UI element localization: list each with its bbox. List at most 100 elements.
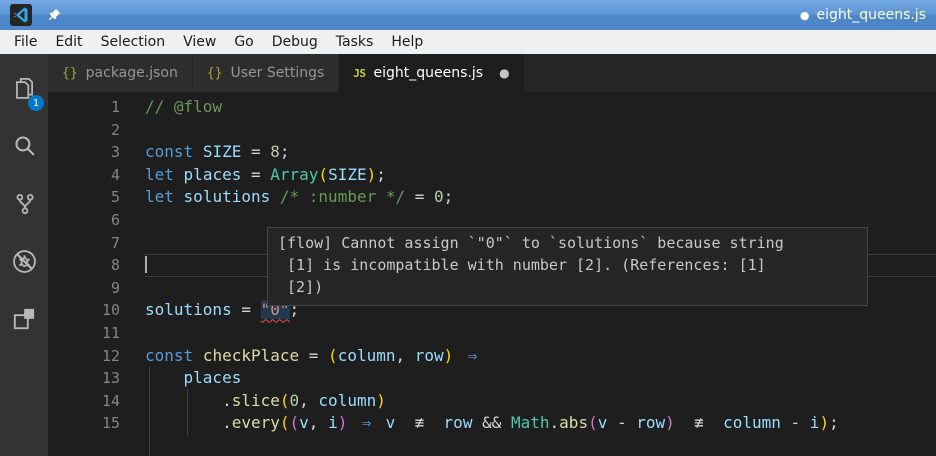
line-number[interactable]: 1: [48, 96, 120, 119]
code-token: v: [597, 413, 608, 433]
code-token: const: [145, 142, 194, 162]
tab-package-json[interactable]: {} package.json: [48, 54, 192, 92]
line-number[interactable]: 7: [48, 232, 120, 255]
source-control-activity-item[interactable]: [0, 176, 48, 234]
menu-bar: File Edit Selection View Go Debug Tasks Help: [0, 30, 936, 54]
line-code[interactable]: const SIZE = 8;: [145, 141, 936, 164]
code-token: solutions: [145, 300, 232, 320]
line-row: 11: [48, 322, 936, 345]
indent-guide: [149, 366, 150, 391]
line-number[interactable]: 12: [48, 345, 120, 368]
window-title-text: eight_queens.js: [816, 7, 926, 23]
tooltip-line: [flow] Cannot assign `"0"` to `solutions…: [278, 234, 784, 252]
menu-item-file[interactable]: File: [5, 34, 46, 50]
line-code[interactable]: [145, 322, 936, 345]
indent-guide: [149, 433, 150, 456]
code-token: ;: [376, 164, 386, 184]
indent-guide: [149, 388, 150, 414]
tab-eight-queens-js[interactable]: JS eight_queens.js ●: [339, 54, 524, 92]
text-cursor: [145, 256, 147, 274]
line-code[interactable]: const checkPlace = (column, row) ⇒: [145, 345, 936, 368]
js-file-icon: JS: [353, 66, 366, 80]
line-number[interactable]: 14: [48, 390, 120, 413]
tab-label: eight_queens.js: [373, 65, 484, 81]
code-token: v: [385, 413, 396, 433]
code-token: =: [405, 187, 435, 207]
line-code[interactable]: .slice(0, column): [145, 388, 936, 414]
code-token: ): [337, 413, 348, 433]
code-token: column: [337, 345, 396, 365]
pin-icon[interactable]: [46, 8, 61, 23]
line-row: 1 // @flow: [48, 96, 936, 119]
code-token: (: [318, 164, 329, 184]
code-token: let: [145, 187, 174, 207]
code-token: 0: [434, 187, 444, 207]
tab-modified-dot[interactable]: ●: [499, 66, 509, 80]
line-row: 14 .slice(0, column): [48, 388, 936, 414]
line-number[interactable]: 4: [48, 164, 120, 187]
menu-item-tasks[interactable]: Tasks: [327, 34, 383, 50]
code-token: =: [241, 142, 271, 162]
source-control-icon: [12, 191, 37, 220]
line-code[interactable]: [145, 433, 936, 456]
code-token: (: [588, 413, 598, 433]
line-code[interactable]: [145, 119, 936, 142]
line-number[interactable]: 5: [48, 186, 120, 209]
line-number[interactable]: 2: [48, 119, 120, 142]
code-token: -: [780, 413, 810, 433]
menu-item-debug[interactable]: Debug: [263, 34, 327, 50]
menu-item-selection[interactable]: Selection: [92, 34, 175, 50]
line-row: 4 let places = Array(SIZE);: [48, 164, 936, 187]
code-token: ,: [395, 345, 415, 365]
activity-bar: 1: [0, 54, 48, 456]
line-number[interactable]: 10: [48, 299, 120, 322]
line-number[interactable]: 9: [48, 277, 120, 300]
line-row: 3 const SIZE = 8;: [48, 141, 936, 164]
code-token: ): [366, 164, 377, 184]
code-token: SIZE: [328, 164, 367, 184]
line-code[interactable]: places: [145, 366, 936, 391]
search-activity-item[interactable]: [0, 118, 48, 176]
extensions-activity-item[interactable]: [0, 292, 48, 350]
code-token: ≢: [694, 413, 704, 433]
code-token: Math: [511, 413, 550, 433]
code-token: ;: [279, 142, 290, 162]
tooltip-line: [1] is incompatible with number [2]. (Re…: [278, 256, 766, 274]
debug-activity-item[interactable]: [0, 234, 48, 292]
code-token: (: [289, 413, 300, 433]
line-number[interactable]: [48, 435, 120, 456]
code-token: .: [222, 390, 232, 410]
menu-item-help[interactable]: Help: [382, 34, 432, 50]
code-token: 0: [289, 390, 300, 410]
line-number[interactable]: 13: [48, 367, 120, 390]
code-token: ;: [443, 187, 454, 207]
menu-item-edit[interactable]: Edit: [46, 34, 91, 50]
files-activity-item[interactable]: 1: [0, 60, 48, 118]
line-number[interactable]: 8: [48, 254, 120, 277]
code-token: =: [241, 164, 271, 184]
line-number[interactable]: 15: [48, 412, 120, 435]
line-code[interactable]: let places = Array(SIZE);: [145, 164, 936, 187]
line-number[interactable]: 11: [48, 322, 120, 345]
code-token: every: [231, 413, 280, 433]
line-code[interactable]: // @flow: [145, 96, 936, 119]
code-token: (: [328, 345, 338, 365]
json-file-icon: {}: [62, 65, 78, 81]
line-row: 5 let solutions /* :number */ = 0;: [48, 186, 936, 209]
line-code[interactable]: let solutions /* :number */ = 0;: [145, 186, 936, 209]
line-number[interactable]: 6: [48, 209, 120, 232]
line-code[interactable]: .every((v, i) ⇒ v ≢ row && Math.abs(v - …: [145, 411, 936, 436]
editor[interactable]: 1 // @flow 2 3 const SIZE = 8; 4 let places = …: [48, 92, 936, 456]
menu-item-go[interactable]: Go: [225, 34, 262, 50]
tab-user-settings[interactable]: {} User Settings: [192, 54, 339, 92]
line-row: 13 places: [48, 366, 936, 391]
line-row: 15 .every((v, i) ⇒ v ≢ row && Math.abs(v…: [48, 411, 936, 436]
line-number[interactable]: 3: [48, 141, 120, 164]
menu-item-view[interactable]: View: [174, 34, 225, 50]
